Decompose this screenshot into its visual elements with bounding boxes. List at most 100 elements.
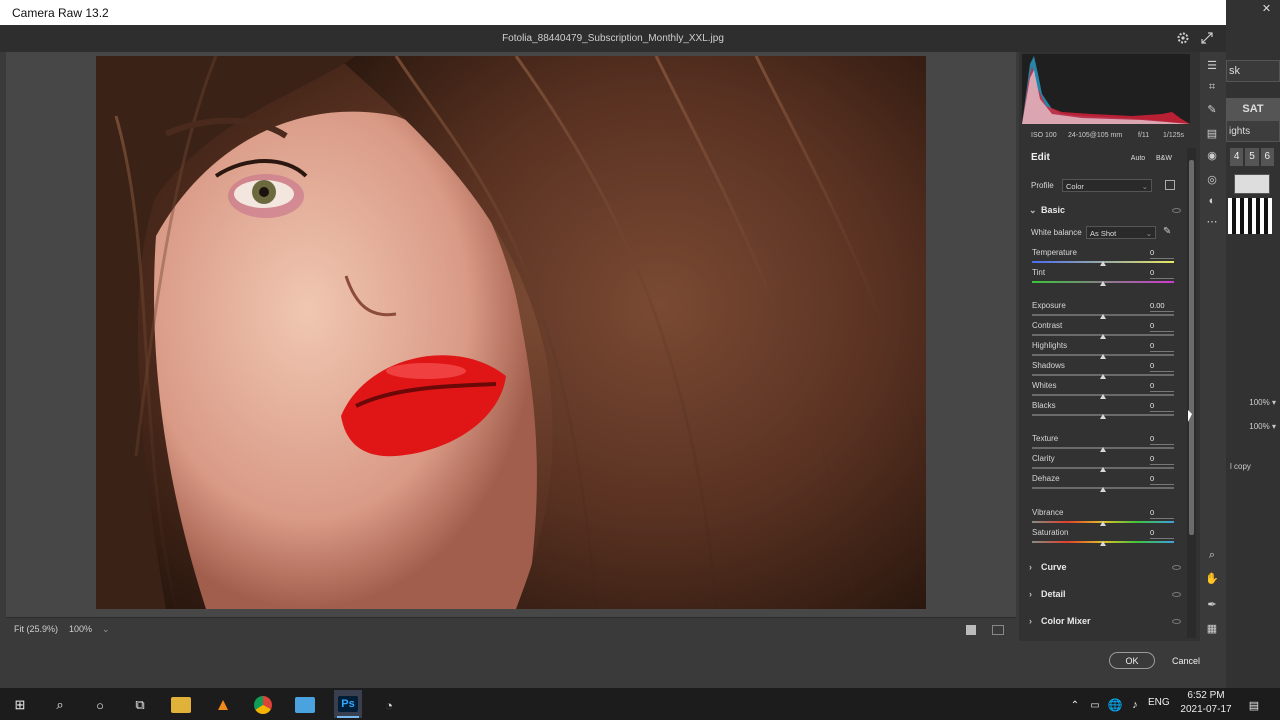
slider-value-field[interactable]: 0 [1150,528,1174,539]
auto-button[interactable]: Auto [1128,152,1148,165]
slider-value-field[interactable]: 0 [1150,321,1174,332]
slider-value-field[interactable]: 0 [1150,474,1174,485]
hand-icon[interactable]: ✋ [1205,571,1219,585]
brush-icon[interactable]: ✎ [1205,102,1219,116]
gear-icon[interactable] [1176,31,1190,45]
detail-section-header[interactable]: › Detail [1029,582,1066,606]
ps-lights-field[interactable]: ights [1226,120,1280,142]
ps-digit[interactable]: 5 [1245,148,1259,166]
language-indicator[interactable]: ENG [1148,697,1170,708]
chrome-icon[interactable] [254,696,272,714]
zoom-dropdown-icon[interactable]: ⌄ [102,624,110,635]
grid-icon[interactable]: ▦ [1205,621,1219,635]
slider-thumb[interactable] [1100,394,1106,399]
ps-sat-button[interactable]: SAT [1226,98,1280,120]
zoom-icon[interactable]: ⌕ [1205,548,1219,562]
slider-label: Exposure [1032,301,1066,310]
ps-zoom-1[interactable]: 100% ▾ [1226,394,1276,412]
notification-icon[interactable]: ▤ [1243,694,1265,716]
slider-value-field[interactable]: 0 [1150,401,1174,412]
redeye-icon[interactable]: ◎ [1205,172,1219,186]
slider-value-field[interactable]: 0 [1150,361,1174,372]
eye-icon[interactable] [1172,565,1181,570]
chevron-right-icon: › [1029,616,1032,626]
obs-icon[interactable]: ◔ [378,694,400,716]
windows-start-icon[interactable]: ⊞ [9,694,31,716]
eyedropper-icon[interactable]: ✎ [1163,226,1171,237]
compare-view-icon[interactable] [992,625,1004,635]
chevron-right-icon: › [1029,562,1032,572]
cancel-button[interactable]: Cancel [1163,652,1209,669]
volume-icon[interactable]: ♪ [1124,694,1146,716]
color-mixer-section-header[interactable]: › Color Mixer [1029,609,1091,633]
slider-thumb[interactable] [1100,281,1106,286]
fullscreen-icon[interactable] [1200,31,1214,45]
slider-value-field[interactable]: 0.00 [1150,301,1174,312]
eye-icon[interactable] [1172,619,1181,624]
slider-value-field[interactable]: 0 [1150,381,1174,392]
ok-button[interactable]: OK [1109,652,1155,669]
file-explorer-icon[interactable] [171,697,191,713]
bw-button[interactable]: B&W [1153,152,1175,165]
slider-thumb[interactable] [1100,374,1106,379]
eye-icon[interactable] [1172,592,1181,597]
cortana-icon[interactable]: ○ [89,694,111,716]
slider-value-field[interactable]: 0 [1150,434,1174,445]
edit-sliders-icon[interactable]: ☰ [1205,58,1219,72]
single-view-icon[interactable] [966,625,976,635]
profile-select[interactable]: Color ⌄ [1062,179,1152,192]
panel-scrollbar-thumb[interactable] [1189,160,1194,535]
slider-thumb[interactable] [1100,487,1106,492]
crop-icon[interactable]: ⌗ [1205,80,1219,94]
tray-chevron-icon[interactable]: ⌃ [1064,694,1086,716]
ps-mask-tab[interactable]: sk [1226,60,1280,82]
zoom-level[interactable]: 100% [69,624,92,634]
radial-filter-icon[interactable]: ◉ [1205,148,1219,162]
white-balance-select[interactable]: As Shot ⌄ [1086,226,1156,239]
eye-icon[interactable] [1172,208,1181,213]
slider-thumb[interactable] [1100,521,1106,526]
slider-value-field[interactable]: 0 [1150,248,1174,259]
presets-icon[interactable]: ◐ [1205,194,1219,208]
more-icon[interactable]: ⋯ [1205,214,1219,228]
search-icon[interactable]: ⌕ [49,694,71,716]
edit-title: Edit [1031,152,1050,163]
clock[interactable]: 6:52 PM 2021-07-17 [1180,689,1232,717]
slider-thumb[interactable] [1100,334,1106,339]
ps-layer-name[interactable]: l copy [1230,462,1251,471]
slider-thumb[interactable] [1100,541,1106,546]
profile-browser-icon[interactable] [1165,180,1175,190]
battery-icon[interactable]: ▭ [1084,694,1106,716]
slider-value-field[interactable]: 0 [1150,454,1174,465]
slider-value-field[interactable]: 0 [1150,508,1174,519]
preview-photo[interactable] [96,56,926,609]
slider-thumb[interactable] [1100,467,1106,472]
ps-eyedropper-tool[interactable] [1234,174,1270,194]
gradient-icon[interactable]: ▤ [1205,126,1219,140]
slider-thumb[interactable] [1100,354,1106,359]
slider-thumb[interactable] [1100,447,1106,452]
ps-digit[interactable]: 4 [1230,148,1244,166]
slider-thumb[interactable] [1100,261,1106,266]
fit-zoom-label[interactable]: Fit (25.9%) [14,624,58,634]
sampler-icon[interactable]: ✒ [1205,597,1219,611]
basic-section-header[interactable]: ⌄ Basic [1029,198,1065,222]
slider-value-field[interactable]: 0 [1150,341,1174,352]
slider-value-field[interactable]: 0 [1150,268,1174,279]
ps-digit[interactable]: 6 [1260,148,1274,166]
slider-label: Saturation [1032,528,1069,537]
photoshop-taskbar-button[interactable]: Ps [334,690,362,718]
ps-zoom-2[interactable]: 100% ▾ [1226,418,1276,436]
ps-close-icon[interactable]: ✕ [1253,0,1280,18]
slider-label: Blacks [1032,401,1056,410]
vlc-icon[interactable]: ▲ [212,694,234,716]
slider-thumb[interactable] [1100,314,1106,319]
curve-section-header[interactable]: › Curve [1029,555,1067,579]
network-icon[interactable]: 🌐 [1104,694,1126,716]
ok-label: OK [1125,655,1139,666]
slider-label: Texture [1032,434,1059,443]
slider-thumb[interactable] [1100,414,1106,419]
shutter-value: 1/125s [1163,132,1185,139]
monitor-app-icon[interactable] [295,697,315,713]
task-view-icon[interactable]: ⧉ [129,694,151,716]
